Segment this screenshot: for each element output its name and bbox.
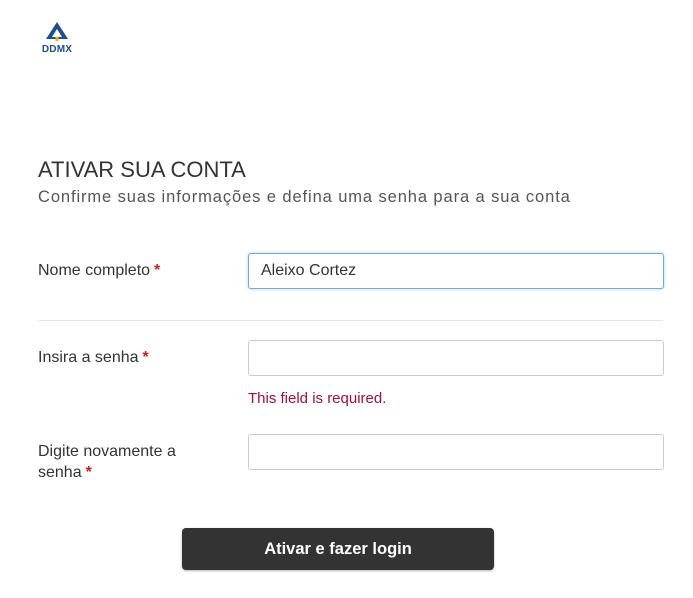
password-input[interactable] bbox=[248, 340, 664, 376]
full-name-input[interactable] bbox=[248, 253, 664, 289]
required-asterisk: * bbox=[154, 262, 161, 279]
password-error-message: This field is required. bbox=[248, 390, 387, 407]
password-label-text: Insira a senha bbox=[38, 349, 139, 366]
activate-and-login-button[interactable]: Ativar e fazer login bbox=[182, 528, 494, 570]
full-name-label: Nome completo * bbox=[38, 260, 208, 281]
form-divider bbox=[38, 320, 663, 321]
page-title: ATIVAR SUA CONTA bbox=[38, 157, 246, 182]
ddmx-logo-icon bbox=[46, 22, 68, 41]
full-name-label-text: Nome completo bbox=[38, 262, 151, 279]
password-label: Insira a senha * bbox=[38, 347, 208, 368]
brand-logo: DDMX bbox=[37, 20, 77, 60]
required-asterisk: * bbox=[85, 464, 92, 481]
confirm-password-label-line1: Digite novamente a bbox=[38, 443, 176, 460]
confirm-password-label-line2: senha bbox=[38, 464, 82, 481]
confirm-password-input[interactable] bbox=[248, 434, 664, 470]
confirm-password-label: Digite novamente a senha * bbox=[38, 441, 208, 483]
brand-logo-text: DDMX bbox=[41, 44, 73, 55]
page-subtitle: Confirme suas informações e defina uma s… bbox=[38, 188, 571, 206]
required-asterisk: * bbox=[142, 349, 149, 366]
